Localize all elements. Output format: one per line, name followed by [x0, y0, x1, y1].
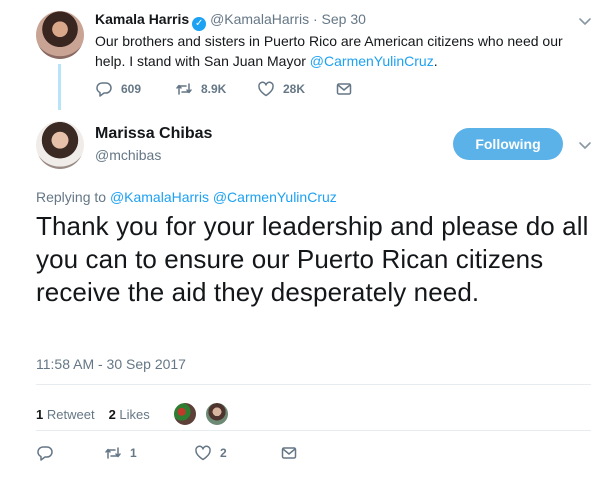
divider	[36, 384, 591, 385]
main-author-name[interactable]: Marissa Chibas	[95, 125, 212, 143]
divider	[36, 430, 591, 431]
verified-badge-icon: ✓	[192, 17, 207, 31]
tweet-stats: 1 Retweet 2 Likes	[36, 401, 230, 427]
like-button[interactable]: 2	[194, 444, 280, 462]
retweet-button[interactable]: 1	[104, 444, 194, 462]
like-count: 2	[220, 446, 227, 460]
replying-to-line: Replying to @KamalaHarris @CarmenYulinCr…	[36, 189, 337, 205]
parent-author-avatar[interactable]	[36, 11, 84, 59]
retweet-icon	[176, 83, 192, 95]
replying-mention-link[interactable]: @KamalaHarris	[110, 189, 209, 205]
parent-tweet-actions: 609 8.9K 28K	[95, 80, 353, 98]
parent-retweet-count: 8.9K	[201, 82, 227, 96]
parent-reply-count: 609	[121, 82, 142, 96]
like-icon	[195, 445, 211, 461]
reply-button[interactable]	[36, 444, 104, 462]
parent-mention-link[interactable]: @CarmenYulinCruz	[310, 53, 434, 69]
reply-icon	[96, 82, 112, 97]
like-icon	[258, 81, 274, 97]
retweet-icon	[105, 447, 121, 459]
chevron-down-icon[interactable]	[578, 138, 592, 152]
parent-tweet-text: Our brothers and sisters in Puerto Rico …	[95, 33, 563, 69]
parent-dm-button[interactable]	[335, 80, 353, 98]
thread-connector-line	[58, 64, 61, 110]
chevron-down-icon[interactable]	[578, 14, 592, 28]
main-author-handle[interactable]: @mchibas	[95, 147, 161, 163]
retweet-count: 1	[130, 446, 137, 460]
replying-mention-link[interactable]: @CarmenYulinCruz	[213, 189, 337, 205]
parent-tweet-header: Kamala Harris ✓ @KamalaHarris · Sep 30	[95, 11, 366, 31]
liker-avatar[interactable]	[203, 401, 230, 427]
reply-icon	[37, 446, 53, 461]
main-tweet-text: Thank you for your leadership and please…	[36, 211, 589, 307]
parent-like-button[interactable]: 28K	[257, 80, 335, 98]
main-author-avatar[interactable]	[36, 121, 84, 169]
parent-like-count: 28K	[283, 82, 306, 96]
parent-author-handle[interactable]: @KamalaHarris	[210, 11, 309, 27]
direct-message-icon	[281, 447, 297, 459]
liker-avatar[interactable]	[171, 401, 198, 427]
main-tweet-actions: 1 2	[36, 444, 298, 462]
parent-retweet-button[interactable]: 8.9K	[175, 80, 257, 98]
direct-message-icon	[336, 83, 352, 95]
likes-stat[interactable]: 2 Likes	[109, 407, 150, 422]
tweet-timestamp[interactable]: 11:58 AM - 30 Sep 2017	[36, 356, 186, 372]
following-button[interactable]: Following	[453, 128, 563, 160]
parent-tweet-date[interactable]: Sep 30	[322, 11, 366, 27]
dm-button[interactable]	[280, 444, 298, 462]
parent-reply-button[interactable]: 609	[95, 80, 175, 98]
retweet-stat[interactable]: 1 Retweet	[36, 407, 95, 422]
parent-author-name[interactable]: Kamala Harris	[95, 11, 189, 27]
